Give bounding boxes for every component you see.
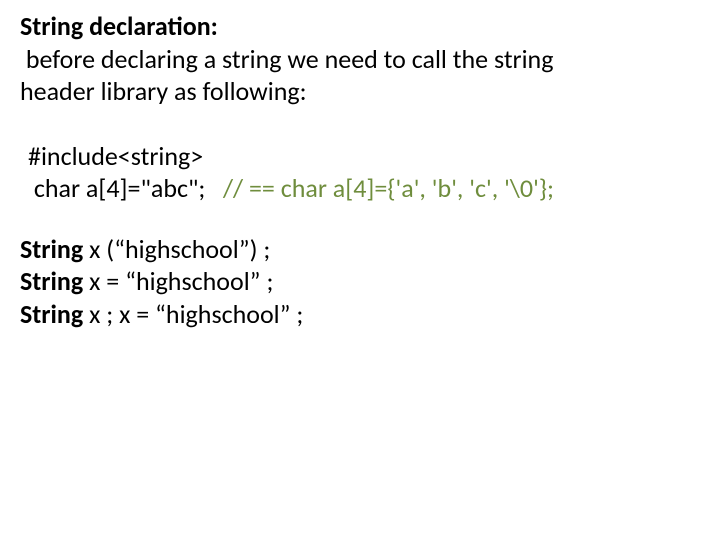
slide-content: String declaration: before declaring a s… bbox=[0, 0, 720, 540]
code-declaration: char a[4]="abc"; // == char a[4]={'a', '… bbox=[28, 172, 700, 205]
example-line-3: String x ; x = “highschool” ; bbox=[20, 298, 700, 331]
code-include: #include<string> bbox=[28, 140, 700, 173]
intro-line-2: header library as following: bbox=[20, 75, 700, 108]
examples-block: String x (“highschool”) ; String x = “hi… bbox=[20, 233, 700, 331]
example-rest: x ; x = “highschool” ; bbox=[83, 298, 303, 330]
example-rest: x = “highschool” ; bbox=[83, 265, 273, 297]
code-block: #include<string> char a[4]="abc"; // == … bbox=[20, 140, 700, 205]
keyword-string: String bbox=[20, 298, 83, 330]
code-decl-black: char a[4]="abc"; bbox=[28, 172, 205, 204]
section-heading: String declaration: bbox=[20, 10, 700, 43]
code-decl-comment: // == char a[4]={'a', 'b', 'c', '\0'}; bbox=[205, 172, 554, 204]
example-line-1: String x (“highschool”) ; bbox=[20, 233, 700, 266]
keyword-string: String bbox=[20, 265, 83, 297]
example-rest: x (“highschool”) ; bbox=[83, 233, 270, 265]
intro-line-1: before declaring a string we need to cal… bbox=[20, 43, 700, 76]
keyword-string: String bbox=[20, 233, 83, 265]
intro-block: String declaration: before declaring a s… bbox=[20, 10, 700, 108]
example-line-2: String x = “highschool” ; bbox=[20, 265, 700, 298]
